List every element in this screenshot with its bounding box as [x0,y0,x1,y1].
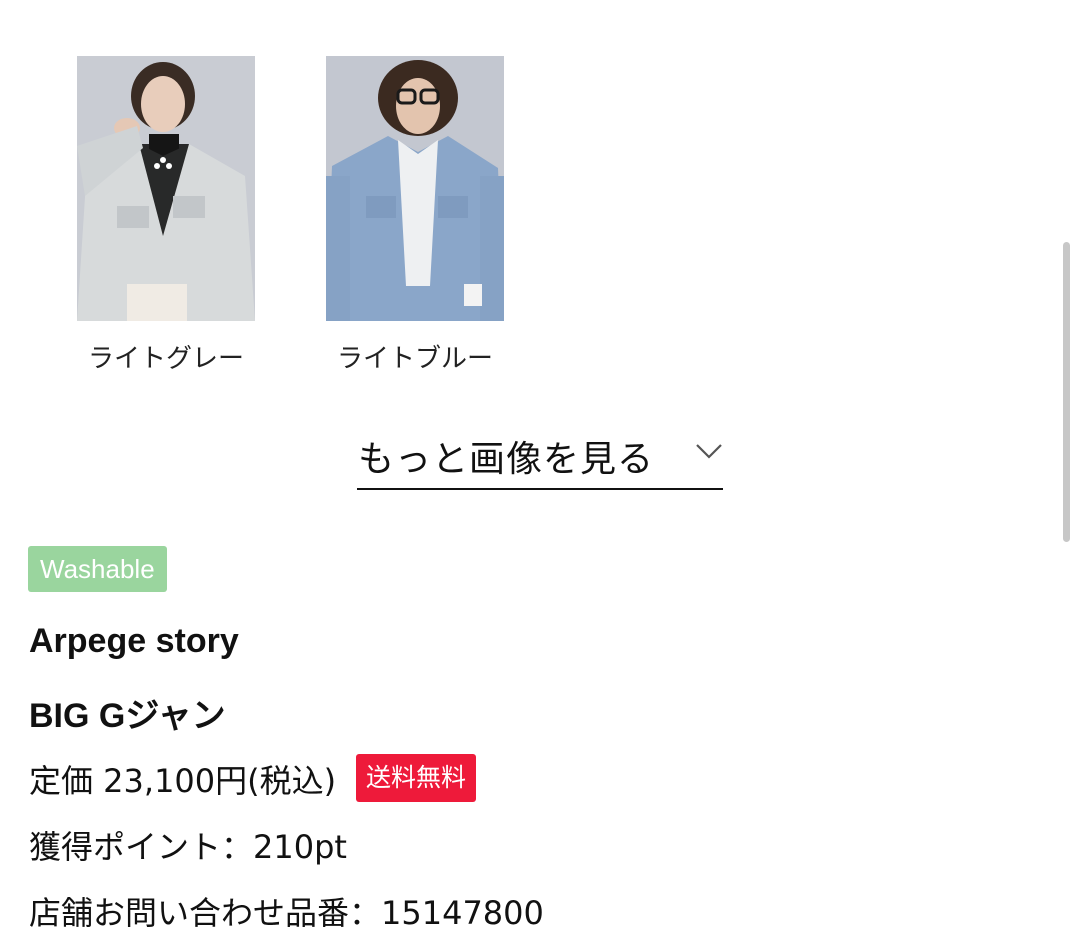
chevron-down-icon [695,442,723,464]
free-shipping-badge: 送料無料 [356,754,477,802]
light-blue-denim-jacket-photo[interactable] [326,56,504,321]
brand-name[interactable]: Arpege story [29,622,239,661]
product-page: ライトグレー ライトブルー もっと画像を見る Washable Arpege s… [0,0,1080,930]
swatch-label: ライトグレー [87,344,244,374]
scrollbar[interactable] [1063,242,1070,542]
color-swatch-light-gray[interactable]: ライトグレー [77,56,255,374]
light-gray-denim-jacket-photo[interactable] [77,56,255,321]
color-swatch-light-blue[interactable]: ライトブルー [326,56,504,374]
points-earned: 獲得ポイント：210pt [29,828,347,866]
washable-badge: Washable [28,546,167,592]
store-inquiry-number: 店舗お問い合わせ品番：15147800 [29,894,544,930]
price: 定価 23,100円(税込) [29,762,337,800]
more-images-label: もっと画像を見る [358,439,655,480]
product-name: BIG Gジャン [29,697,226,735]
swatch-label: ライトブルー [336,344,493,374]
more-images-button[interactable]: もっと画像を見る [357,428,723,490]
